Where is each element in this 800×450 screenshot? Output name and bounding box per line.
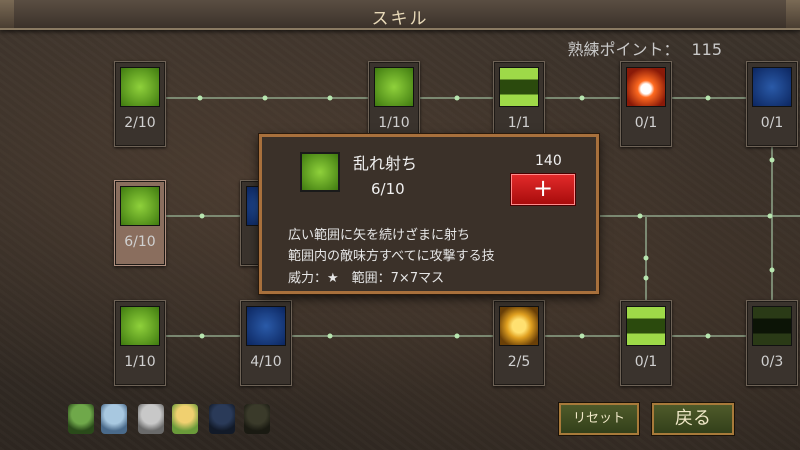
- skill-cost: 140: [535, 153, 562, 169]
- skill-level: 1/10: [124, 354, 156, 370]
- skill-description-line-2: 範囲内の敵味方すべてに攻撃する技: [288, 249, 495, 264]
- fire-figure-icon: [626, 67, 666, 107]
- aura-figure-icon: [499, 306, 539, 346]
- skill-description-line-1: 広い範囲に矢を続けざまに射ち: [288, 228, 471, 243]
- skill-node-fire[interactable]: 0/1: [620, 61, 672, 147]
- bow-icon: [120, 67, 160, 107]
- skill-level: 0/3: [760, 354, 784, 370]
- skill-node-aura[interactable]: 2/5: [493, 300, 545, 386]
- eye-icon: [752, 67, 792, 107]
- running-icon: [499, 67, 539, 107]
- party-member-4-portrait[interactable]: [172, 404, 198, 434]
- skill-node-dark-run[interactable]: 0/3: [746, 300, 798, 386]
- skill-node-run-2[interactable]: 0/1: [620, 300, 672, 386]
- party-member-2-portrait[interactable]: [101, 404, 127, 434]
- skill-level: 0/1: [634, 354, 658, 370]
- skill-level: 0/1: [634, 115, 658, 131]
- bow-icon: [120, 186, 160, 226]
- bow-icon: [120, 306, 160, 346]
- skill-stats: 威力：★ 範囲：7×7マス: [288, 271, 445, 286]
- reset-button[interactable]: リセット: [559, 403, 639, 435]
- skill-level: 6/10: [124, 234, 156, 250]
- skill-level: 4/10: [250, 354, 282, 370]
- back-button[interactable]: 戻る: [652, 403, 734, 435]
- party-member-5-portrait[interactable]: [209, 404, 235, 434]
- skill-node-eye-3[interactable]: 4/10: [240, 300, 292, 386]
- dark-running-icon: [752, 306, 792, 346]
- party-member-3-portrait[interactable]: [138, 404, 164, 434]
- party-member-6-portrait[interactable]: [244, 404, 270, 434]
- skill-name: 乱れ射ち: [353, 154, 418, 173]
- skill-level: 0/1: [760, 115, 784, 131]
- bow-icon: [374, 67, 414, 107]
- eye-icon: [246, 306, 286, 346]
- skill-node-bow-1[interactable]: 2/10: [114, 61, 166, 147]
- running-icon: [626, 306, 666, 346]
- skill-level: 2/10: [124, 115, 156, 131]
- bow-icon: [300, 152, 340, 192]
- skill-node-bow-selected[interactable]: 6/10: [114, 180, 166, 266]
- skill-node-eye-1[interactable]: 0/1: [746, 61, 798, 147]
- skill-level: 6/10: [371, 180, 405, 198]
- skill-node-bow-3[interactable]: 1/10: [114, 300, 166, 386]
- skill-detail-popup: 乱れ射ち 6/10 140 + 広い範囲に矢を続けざまに射ち 範囲内の敵味方すべ…: [259, 134, 599, 294]
- skill-level: 1/10: [378, 115, 410, 131]
- skill-level: 1/1: [507, 115, 531, 131]
- party-member-1-portrait[interactable]: [68, 404, 94, 434]
- skill-level: 2/5: [507, 354, 531, 370]
- level-up-button[interactable]: +: [511, 174, 575, 205]
